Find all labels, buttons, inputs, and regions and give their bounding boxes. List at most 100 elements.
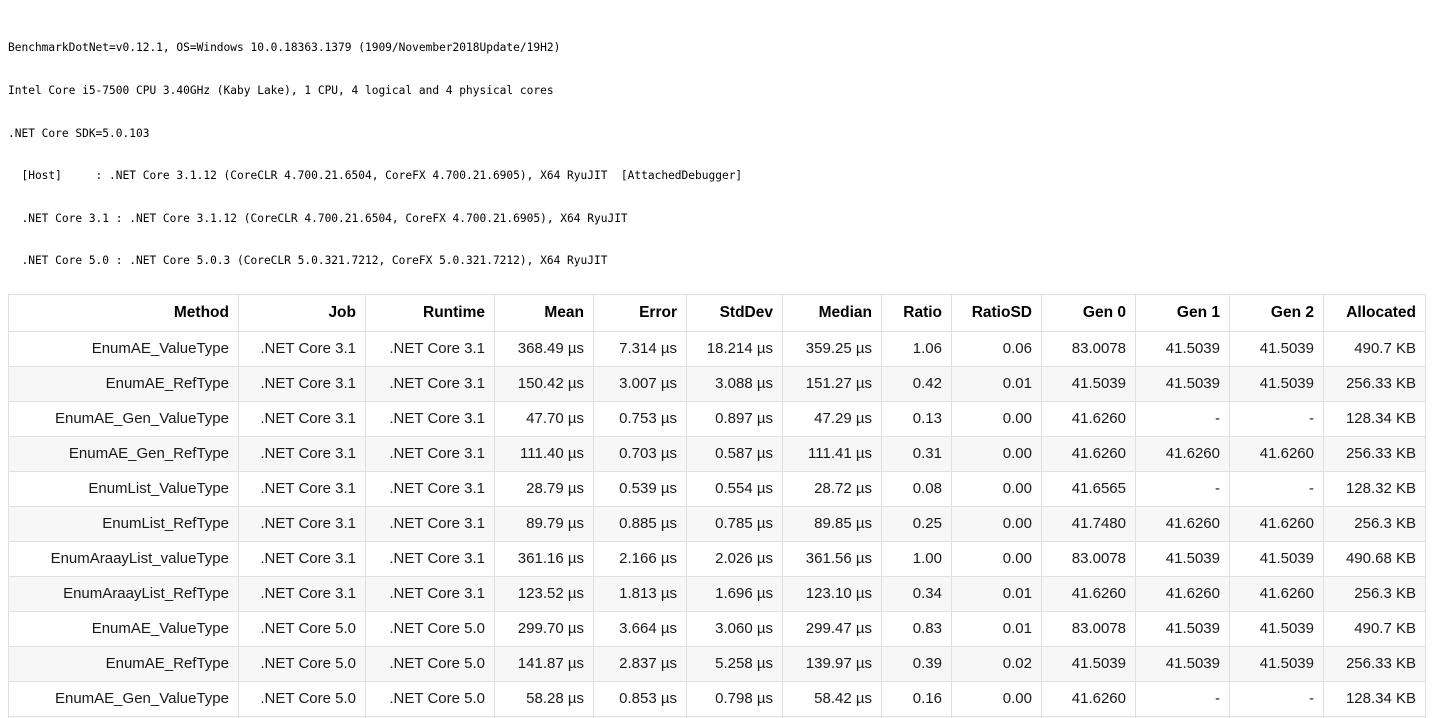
table-cell: 368.49 µs	[495, 331, 594, 366]
table-cell: 3.007 µs	[594, 366, 687, 401]
table-cell: 83.0078	[1042, 611, 1136, 646]
table-row: EnumAE_RefType.NET Core 5.0.NET Core 5.0…	[9, 646, 1426, 681]
table-cell: .NET Core 3.1	[366, 401, 495, 436]
table-cell: 1.00	[882, 541, 952, 576]
table-cell: 111.40 µs	[495, 436, 594, 471]
table-cell: 0.01	[952, 366, 1042, 401]
table-cell: 5.258 µs	[687, 646, 783, 681]
column-header[interactable]: Error	[594, 294, 687, 331]
table-cell: 361.56 µs	[783, 541, 882, 576]
table-cell: 41.5039	[1042, 366, 1136, 401]
table-row: EnumAE_ValueType.NET Core 5.0.NET Core 5…	[9, 611, 1426, 646]
table-row: EnumAraayList_valueType.NET Core 3.1.NET…	[9, 541, 1426, 576]
table-cell: 0.00	[952, 506, 1042, 541]
table-cell: 0.798 µs	[687, 681, 783, 716]
table-cell: 256.33 KB	[1324, 436, 1426, 471]
table-cell: .NET Core 3.1	[366, 471, 495, 506]
table-row: EnumAE_ValueType.NET Core 3.1.NET Core 3…	[9, 331, 1426, 366]
table-cell: 150.42 µs	[495, 366, 594, 401]
table-cell: 0.25	[882, 506, 952, 541]
table-cell: 3.060 µs	[687, 611, 783, 646]
method-cell: EnumAE_Gen_ValueType	[9, 401, 239, 436]
column-header[interactable]: Ratio	[882, 294, 952, 331]
env-line: Intel Core i5-7500 CPU 3.40GHz (Kaby Lak…	[8, 84, 1436, 98]
env-line: .NET Core 5.0 : .NET Core 5.0.3 (CoreCLR…	[8, 254, 1436, 268]
column-header[interactable]: Median	[783, 294, 882, 331]
table-cell: 47.29 µs	[783, 401, 882, 436]
table-cell: 41.6260	[1136, 506, 1230, 541]
column-header[interactable]: Runtime	[366, 294, 495, 331]
table-cell: 2.166 µs	[594, 541, 687, 576]
table-row: EnumAE_Gen_ValueType.NET Core 5.0.NET Co…	[9, 681, 1426, 716]
method-cell: EnumAE_Gen_RefType	[9, 436, 239, 471]
table-row: EnumAE_Gen_ValueType.NET Core 3.1.NET Co…	[9, 401, 1426, 436]
table-cell: 0.539 µs	[594, 471, 687, 506]
table-cell: 0.01	[952, 611, 1042, 646]
table-cell: 2.026 µs	[687, 541, 783, 576]
table-cell: 0.16	[882, 681, 952, 716]
table-cell: .NET Core 3.1	[239, 576, 366, 611]
benchmark-table-container: MethodJobRuntimeMeanErrorStdDevMedianRat…	[8, 294, 1413, 718]
method-cell: EnumAraayList_RefType	[9, 576, 239, 611]
table-cell: 41.6260	[1136, 576, 1230, 611]
table-cell: 0.31	[882, 436, 952, 471]
table-cell: .NET Core 5.0	[366, 646, 495, 681]
column-header[interactable]: Gen 0	[1042, 294, 1136, 331]
column-header[interactable]: Mean	[495, 294, 594, 331]
table-cell: .NET Core 3.1	[239, 366, 366, 401]
column-header[interactable]: Job	[239, 294, 366, 331]
table-cell: 41.6565	[1042, 471, 1136, 506]
table-cell: .NET Core 3.1	[239, 331, 366, 366]
table-cell: 141.87 µs	[495, 646, 594, 681]
table-row: EnumAraayList_RefType.NET Core 3.1.NET C…	[9, 576, 1426, 611]
table-cell: 18.214 µs	[687, 331, 783, 366]
table-cell: 128.32 KB	[1324, 471, 1426, 506]
table-cell: 41.5039	[1136, 541, 1230, 576]
column-header[interactable]: Gen 2	[1230, 294, 1324, 331]
table-cell: 41.6260	[1230, 436, 1324, 471]
benchmark-results-table: MethodJobRuntimeMeanErrorStdDevMedianRat…	[8, 294, 1426, 718]
table-cell: -	[1230, 471, 1324, 506]
table-cell: 128.34 KB	[1324, 681, 1426, 716]
table-cell: 41.5039	[1042, 646, 1136, 681]
table-cell: 361.16 µs	[495, 541, 594, 576]
table-cell: 41.5039	[1230, 611, 1324, 646]
table-body: EnumAE_ValueType.NET Core 3.1.NET Core 3…	[9, 331, 1426, 718]
table-cell: -	[1136, 401, 1230, 436]
table-cell: 0.39	[882, 646, 952, 681]
column-header[interactable]: Gen 1	[1136, 294, 1230, 331]
table-cell: 0.885 µs	[594, 506, 687, 541]
table-cell: 0.785 µs	[687, 506, 783, 541]
table-cell: .NET Core 3.1	[239, 401, 366, 436]
table-header-row: MethodJobRuntimeMeanErrorStdDevMedianRat…	[9, 294, 1426, 331]
column-header[interactable]: Allocated	[1324, 294, 1426, 331]
table-cell: 2.837 µs	[594, 646, 687, 681]
column-header[interactable]: Method	[9, 294, 239, 331]
table-cell: 41.5039	[1136, 646, 1230, 681]
table-cell: 0.587 µs	[687, 436, 783, 471]
table-cell: 41.5039	[1230, 541, 1324, 576]
table-cell: .NET Core 5.0	[366, 681, 495, 716]
table-cell: 1.813 µs	[594, 576, 687, 611]
table-cell: 0.00	[952, 541, 1042, 576]
table-cell: 123.10 µs	[783, 576, 882, 611]
table-cell: 83.0078	[1042, 331, 1136, 366]
table-cell: 0.08	[882, 471, 952, 506]
table-cell: 0.01	[952, 576, 1042, 611]
method-cell: EnumList_ValueType	[9, 471, 239, 506]
table-cell: 0.06	[952, 331, 1042, 366]
table-cell: 7.314 µs	[594, 331, 687, 366]
table-cell: 0.00	[952, 471, 1042, 506]
table-row: EnumList_RefType.NET Core 3.1.NET Core 3…	[9, 506, 1426, 541]
table-cell: 0.13	[882, 401, 952, 436]
table-cell: .NET Core 3.1	[239, 471, 366, 506]
column-header[interactable]: StdDev	[687, 294, 783, 331]
table-cell: 0.02	[952, 646, 1042, 681]
method-cell: EnumAE_ValueType	[9, 331, 239, 366]
table-cell: 1.696 µs	[687, 576, 783, 611]
table-cell: -	[1230, 401, 1324, 436]
table-cell: 490.7 KB	[1324, 331, 1426, 366]
method-cell: EnumAE_ValueType	[9, 611, 239, 646]
table-cell: 359.25 µs	[783, 331, 882, 366]
column-header[interactable]: RatioSD	[952, 294, 1042, 331]
